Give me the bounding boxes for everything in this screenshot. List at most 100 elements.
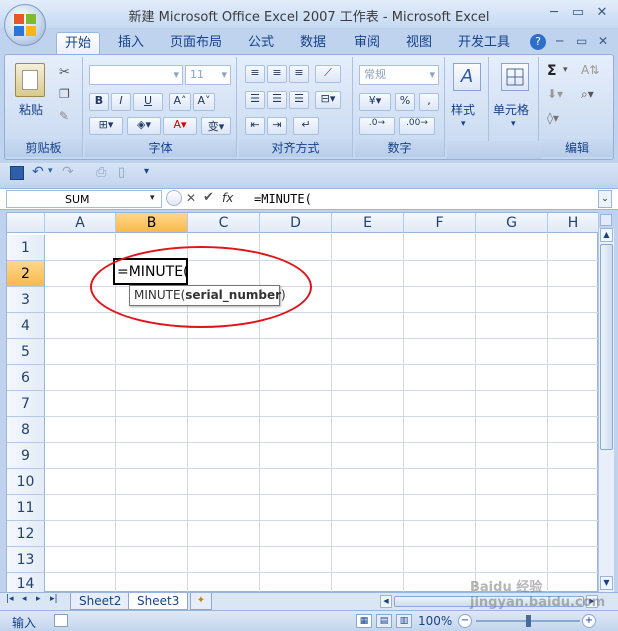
first-sheet-icon[interactable]: |◂	[6, 594, 14, 604]
print-preview-icon[interactable]: ⎙	[96, 165, 106, 180]
cut-icon[interactable]: ✂	[59, 65, 70, 80]
normal-view-icon[interactable]: ▦	[356, 614, 372, 628]
tab-formulas[interactable]: 公式	[240, 32, 282, 54]
page-break-view-icon[interactable]: ▥	[396, 614, 412, 628]
align-top-icon[interactable]: ≡	[245, 65, 265, 83]
tab-home[interactable]: 开始	[56, 32, 101, 54]
enter-icon[interactable]: ✔	[203, 190, 214, 205]
decrease-decimal-icon[interactable]: .00→	[399, 117, 435, 135]
underline-button[interactable]: U	[133, 93, 163, 111]
save-icon[interactable]	[10, 166, 24, 180]
column-header[interactable]: C	[188, 213, 260, 233]
row-header[interactable]: 10	[7, 469, 45, 495]
border-icon[interactable]: ⊞▾	[89, 117, 123, 135]
italic-button[interactable]: I	[111, 93, 131, 111]
column-header[interactable]: F	[404, 213, 476, 233]
row-header[interactable]: 13	[7, 547, 45, 573]
styles-dropdown-icon[interactable]: ▾	[461, 119, 466, 129]
row-header[interactable]: 3	[7, 287, 45, 313]
grow-font-icon[interactable]: A˄	[169, 93, 191, 111]
increase-indent-icon[interactable]: ⇥	[267, 117, 287, 135]
align-center-icon[interactable]: ☰	[267, 91, 287, 109]
row-header[interactable]: 7	[7, 391, 45, 417]
cancel-icon[interactable]: ✕	[186, 191, 196, 205]
column-header[interactable]: E	[332, 213, 404, 233]
customize-qat-icon[interactable]: ▾	[144, 166, 149, 177]
align-right-icon[interactable]: ☰	[289, 91, 309, 109]
sort-filter-icon[interactable]: A⇅	[581, 63, 599, 77]
column-header[interactable]: G	[476, 213, 548, 233]
redo-icon[interactable]: ↷	[62, 164, 74, 180]
cells-dropdown-icon[interactable]: ▾	[511, 119, 516, 129]
name-box-dropdown-icon[interactable]: ▾	[150, 193, 155, 203]
currency-icon[interactable]: ¥▾	[359, 93, 391, 111]
insert-function-button[interactable]: fx	[222, 191, 233, 205]
orientation-icon[interactable]: ⟋	[315, 65, 341, 83]
number-format-combo[interactable]: 常规 ▾	[359, 65, 439, 85]
zoom-slider-handle[interactable]	[526, 615, 531, 627]
tab-data[interactable]: 数据	[292, 32, 334, 54]
row-header[interactable]: 9	[7, 443, 45, 469]
column-header[interactable]: B	[116, 213, 188, 233]
format-painter-icon[interactable]: ✎	[59, 109, 69, 123]
increase-decimal-icon[interactable]: .0→	[359, 117, 395, 135]
formula-splitter-icon[interactable]	[166, 190, 182, 206]
ribbon-restore-button[interactable]: ▭	[576, 34, 587, 48]
prev-sheet-icon[interactable]: ◂	[22, 594, 27, 604]
tab-view[interactable]: 视图	[398, 32, 440, 54]
help-icon[interactable]: ?	[530, 34, 546, 50]
align-bottom-icon[interactable]: ≡	[289, 65, 309, 83]
font-color-icon[interactable]: A▾	[163, 117, 197, 135]
phonetic-icon[interactable]: 变▾	[201, 117, 231, 135]
row-header[interactable]: 12	[7, 521, 45, 547]
percent-button[interactable]: %	[395, 93, 415, 111]
cells-button[interactable]: 单元格	[493, 101, 529, 118]
close-button[interactable]: ✕	[593, 5, 611, 21]
split-box[interactable]	[600, 214, 612, 226]
undo-icon[interactable]: ↶	[32, 164, 44, 180]
fill-icon[interactable]: ⬇▾	[547, 87, 563, 101]
workbook-close-button[interactable]: ✕	[598, 34, 608, 48]
insert-sheet-icon[interactable]: ✦	[190, 593, 212, 610]
fill-color-icon[interactable]: ◈▾	[127, 117, 161, 135]
scroll-thumb[interactable]	[600, 244, 613, 450]
decrease-indent-icon[interactable]: ⇤	[245, 117, 265, 135]
clear-icon[interactable]: ◊▾	[547, 111, 559, 125]
shrink-font-icon[interactable]: A˅	[193, 93, 215, 111]
select-all-corner[interactable]	[7, 213, 45, 233]
next-sheet-icon[interactable]: ▸	[36, 594, 41, 604]
sheet-tab[interactable]: Sheet2	[70, 593, 131, 610]
office-button[interactable]	[4, 4, 46, 46]
row-header[interactable]: 8	[7, 417, 45, 443]
new-document-icon[interactable]: ▯	[118, 165, 125, 180]
autosum-button[interactable]: Σ	[547, 63, 557, 79]
row-header[interactable]: 4	[7, 313, 45, 339]
merge-center-icon[interactable]: ⊟▾	[315, 91, 341, 109]
font-name-combo[interactable]: ▾	[89, 65, 183, 85]
align-middle-icon[interactable]: ≡	[267, 65, 287, 83]
scroll-left-icon[interactable]: ◀	[380, 595, 392, 608]
paste-icon[interactable]	[15, 63, 45, 97]
tab-insert[interactable]: 插入	[110, 32, 152, 54]
name-box[interactable]: SUM ▾	[6, 190, 162, 208]
wrap-text-icon[interactable]: ↵	[293, 117, 319, 135]
macro-record-icon[interactable]	[54, 614, 68, 627]
cells-icon[interactable]	[501, 63, 529, 91]
styles-button[interactable]: 样式	[451, 101, 475, 118]
row-header[interactable]: 14	[7, 573, 45, 593]
column-header[interactable]: H	[548, 213, 599, 233]
minimize-button[interactable]: ─	[545, 5, 563, 21]
copy-icon[interactable]: ❐	[59, 87, 70, 101]
vertical-scrollbar[interactable]: ▲ ▼	[598, 228, 614, 592]
column-header[interactable]: A	[45, 213, 116, 233]
row-header[interactable]: 11	[7, 495, 45, 521]
formula-input[interactable]: =MINUTE(	[248, 190, 598, 208]
row-header[interactable]: 6	[7, 365, 45, 391]
font-size-combo[interactable]: 11 ▾	[185, 65, 231, 85]
find-select-icon[interactable]: ⌕▾	[581, 87, 594, 102]
last-sheet-icon[interactable]: ▸|	[50, 594, 58, 604]
sheet-tab-active[interactable]: Sheet3	[128, 593, 189, 610]
paste-label[interactable]: 粘贴	[19, 101, 43, 118]
column-header[interactable]: D	[260, 213, 332, 233]
maximize-button[interactable]: ▭	[569, 5, 587, 21]
